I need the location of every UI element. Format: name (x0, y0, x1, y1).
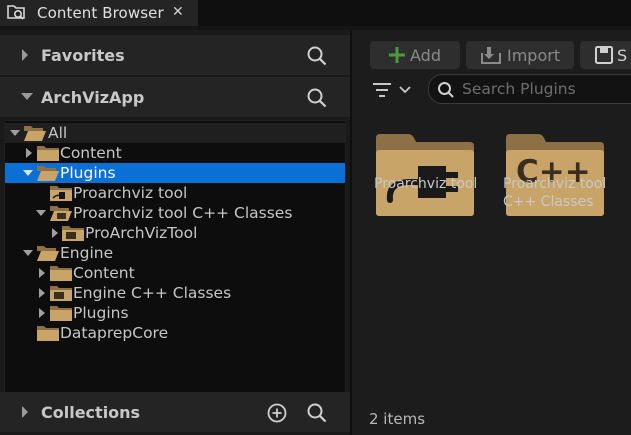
folder-tree[interactable]: All Content Plugins Proarchviz tool Proa… (4, 120, 346, 420)
tree-item-proarchviz-cpp[interactable]: Proarchviz tool C++ Classes (5, 203, 345, 223)
chevron-down-icon[interactable] (9, 128, 21, 138)
tree-item-plugins[interactable]: Plugins (5, 163, 345, 183)
tree-label: Content (60, 144, 122, 162)
tree-label: Content (73, 264, 135, 282)
folder-open-icon (37, 166, 59, 181)
plus-icon (389, 47, 405, 63)
tree-item-proarchviztool-module[interactable]: ProArchVizTool (5, 223, 345, 243)
tree-item-proarchviz-tool[interactable]: Proarchviz tool (5, 183, 345, 203)
chevron-down-icon[interactable] (22, 248, 34, 258)
import-icon (481, 47, 501, 64)
search-icon[interactable] (306, 402, 328, 424)
tree-item-all[interactable]: All (5, 123, 345, 143)
tree-item-engine-cpp[interactable]: Engine C++ Classes (5, 283, 345, 303)
import-label: Import (507, 45, 561, 65)
folder-icon (37, 326, 59, 341)
tree-item-dataprep-core[interactable]: DataprepCore (5, 323, 345, 343)
collections-label: Collections (41, 402, 141, 422)
add-button[interactable]: Add (370, 41, 460, 69)
plugin-folder-icon (50, 186, 72, 201)
chevron-down-icon[interactable] (22, 168, 34, 178)
tree-label: Plugins (73, 304, 129, 322)
search-icon (438, 82, 454, 98)
chevron-right-icon[interactable] (20, 405, 30, 419)
favorites-label: Favorites (41, 45, 125, 65)
tree-item-engine-plugins[interactable]: Plugins (5, 303, 345, 323)
chevron-right-icon[interactable] (20, 48, 30, 62)
search-icon[interactable] (306, 45, 328, 67)
tree-item-content[interactable]: Content (5, 143, 345, 163)
sources-panel: Favorites ArchVizApp All Content Plugins (0, 30, 350, 435)
asset-view-panel: Add Import S Search Plugins Proarchviz t… (350, 30, 631, 435)
save-label: S (617, 45, 628, 65)
save-all-button[interactable]: S (580, 41, 631, 69)
chevron-right-icon[interactable] (37, 307, 47, 319)
project-header[interactable]: ArchVizApp (0, 77, 350, 117)
tree-label: Proarchviz tool C++ Classes (73, 204, 293, 222)
import-button[interactable]: Import (466, 41, 574, 69)
tree-label: All (48, 124, 68, 142)
tile-label: Proarchviz tool (503, 176, 607, 192)
favorites-header[interactable]: Favorites (0, 35, 350, 75)
filter-icon[interactable] (372, 81, 392, 99)
chevron-right-icon[interactable] (37, 267, 47, 279)
tree-label: Engine C++ Classes (73, 284, 232, 302)
cpp-folder-icon (50, 286, 72, 301)
tree-label: ProArchVizTool (85, 224, 198, 242)
content-browser-icon (7, 5, 25, 20)
cpp-folder-icon (62, 226, 84, 241)
project-label: ArchVizApp (41, 87, 145, 107)
tree-label: DataprepCore (60, 324, 169, 342)
folder-icon (50, 306, 72, 321)
tree-label: Engine (60, 244, 114, 262)
close-icon[interactable]: ✕ (172, 4, 184, 20)
save-icon (595, 46, 613, 64)
collections-header[interactable]: Collections (0, 392, 350, 432)
chevron-down-icon[interactable] (398, 85, 412, 95)
chevron-down-icon[interactable] (35, 208, 47, 218)
folder-icon (50, 266, 72, 281)
tree-label: Plugins (60, 164, 116, 182)
tile-label-line2: C++ Classes (503, 194, 594, 210)
cpp-folder-open-icon (50, 206, 72, 221)
chevron-right-icon[interactable] (37, 287, 47, 299)
search-placeholder: Search Plugins (462, 80, 576, 98)
folder-open-icon (37, 246, 59, 261)
tree-label: Proarchviz tool (73, 184, 188, 202)
search-input[interactable]: Search Plugins (428, 74, 631, 104)
chevron-right-icon[interactable] (24, 147, 34, 159)
tree-item-engine[interactable]: Engine (5, 243, 345, 263)
search-icon[interactable] (306, 87, 328, 109)
folder-open-icon (24, 126, 46, 141)
chevron-down-icon[interactable] (20, 92, 34, 102)
tab-content-browser[interactable]: Content Browser ✕ (0, 0, 198, 26)
items-count: 2 items (369, 410, 426, 428)
tree-item-engine-content[interactable]: Content (5, 263, 345, 283)
tile-label: Proarchviz tool (374, 176, 478, 192)
add-circle-icon[interactable] (266, 402, 288, 424)
add-label: Add (410, 45, 441, 65)
tab-bar: Content Browser ✕ (0, 0, 631, 26)
folder-icon (37, 146, 59, 161)
tab-title: Content Browser (37, 4, 164, 22)
chevron-right-icon[interactable] (50, 227, 60, 239)
